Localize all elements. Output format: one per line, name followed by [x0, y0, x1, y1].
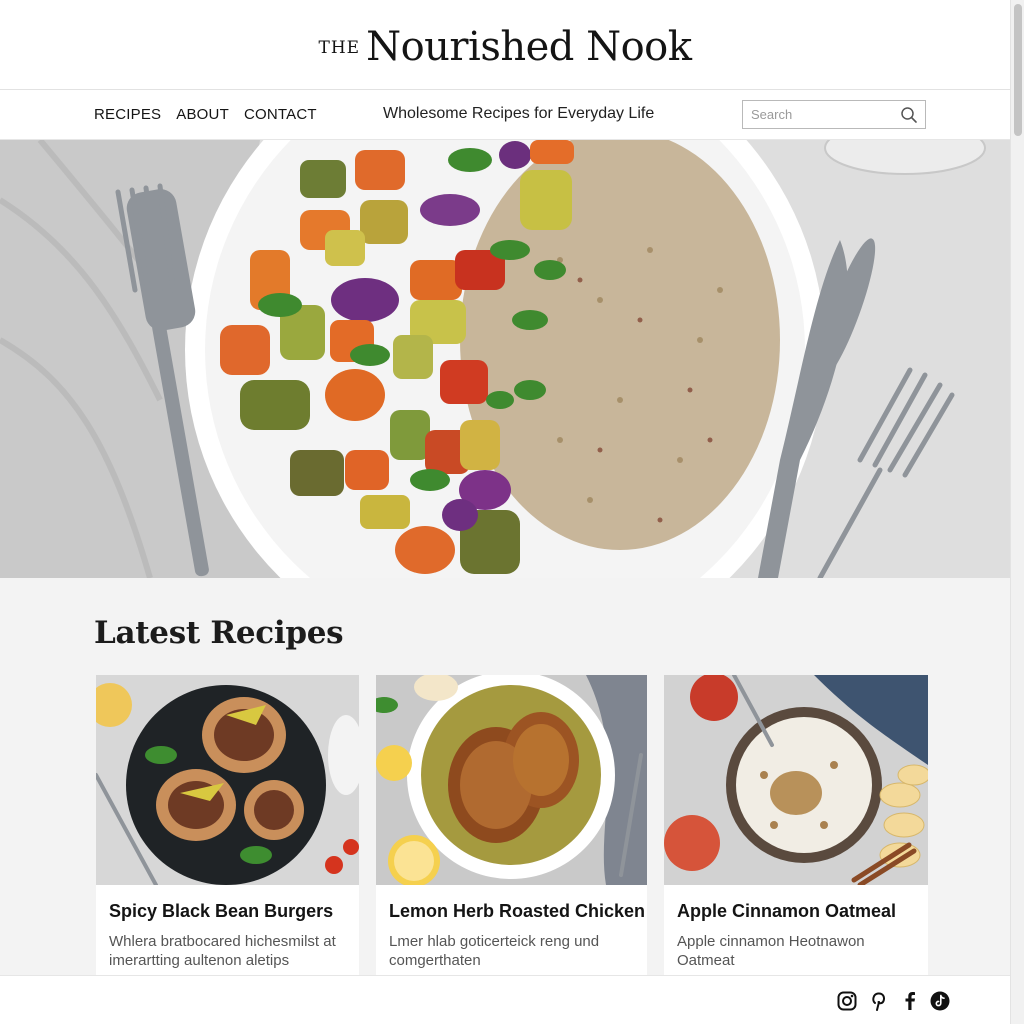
hero-food-illustration	[0, 140, 1010, 578]
latest-recipes-title: Latest Recipes	[94, 615, 344, 651]
lemon-herb-chicken-photo	[376, 675, 647, 885]
recipe-card-description: Apple cinnamon Heotnawon Oatmeat	[677, 933, 865, 969]
recipe-card-image	[664, 675, 928, 885]
tiktok-icon[interactable]	[929, 990, 951, 1012]
nav-link-recipes[interactable]: RECIPES	[94, 106, 161, 123]
hero-image	[0, 140, 1010, 578]
recipe-card-black-bean-burgers[interactable]: Spicy Black Bean Burgers Whlera bratboca…	[96, 675, 359, 975]
logo-prefix: THE	[318, 38, 361, 58]
nav-link-contact[interactable]: CONTACT	[244, 106, 317, 123]
recipe-card-title: Spicy Black Bean Burgers	[109, 901, 334, 921]
recipe-card-description: Lmer hlab goticerteick reng und comgerth…	[389, 933, 600, 969]
instagram-icon[interactable]	[836, 990, 858, 1012]
nav-links: RECIPES ABOUT CONTACT	[94, 106, 317, 123]
nav-bar: RECIPES ABOUT CONTACT Wholesome Recipes …	[0, 90, 1010, 140]
site-footer	[0, 975, 1010, 1024]
recipe-card-image	[96, 675, 359, 885]
search-icon[interactable]	[900, 106, 918, 124]
facebook-icon[interactable]	[898, 990, 920, 1012]
recipe-card-title: Lemon Herb Roasted Chicken	[389, 901, 646, 921]
black-bean-burgers-photo	[96, 675, 359, 885]
search-input[interactable]	[743, 101, 893, 128]
pinterest-icon[interactable]	[867, 990, 889, 1012]
vertical-scrollbar[interactable]	[1010, 0, 1024, 1024]
recipe-card-lemon-herb-chicken[interactable]: Lemon Herb Roasted Chicken Lmer hlab got…	[376, 675, 647, 975]
recipe-card-apple-cinnamon-oatmeal[interactable]: Apple Cinnamon Oatmeal Apple cinnamon He…	[664, 675, 928, 975]
logo-name: Nourished Nook	[366, 24, 692, 70]
search-box	[742, 100, 926, 129]
social-links	[836, 990, 951, 1012]
site-logo[interactable]: THE Nourished Nook	[0, 24, 1010, 70]
recipe-card-image	[376, 675, 647, 885]
apple-cinnamon-oatmeal-photo	[664, 675, 928, 885]
recipe-card-title: Apple Cinnamon Oatmeal	[677, 901, 897, 921]
site-tagline: Wholesome Recipes for Everyday Life	[383, 105, 655, 122]
nav-link-about[interactable]: ABOUT	[176, 106, 229, 123]
scrollbar-thumb[interactable]	[1014, 4, 1022, 136]
site-header: THE Nourished Nook	[0, 0, 1010, 90]
recipe-card-description: Whlera bratbocared hichesmilst at imerar…	[109, 933, 336, 969]
